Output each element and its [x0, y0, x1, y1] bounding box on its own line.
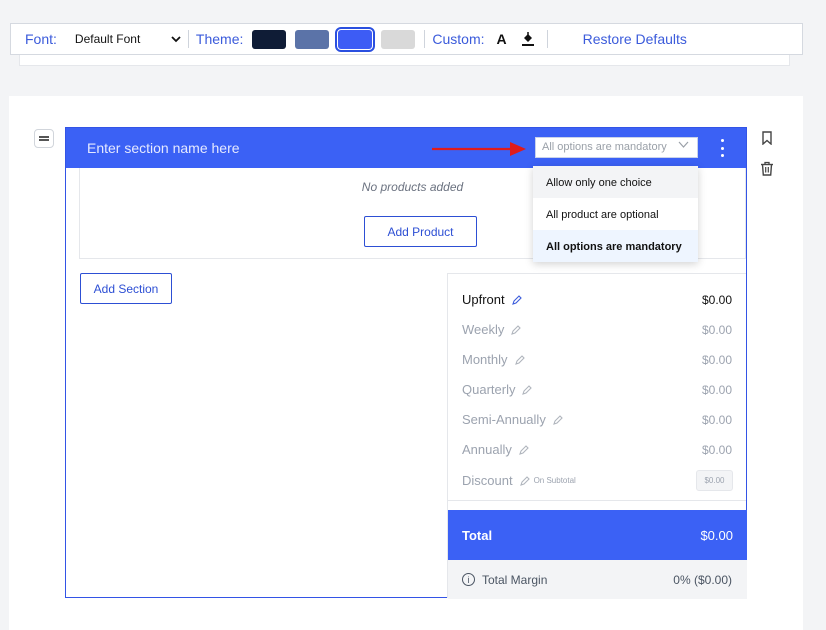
summary-row-quarterly: Quarterly $0.00	[462, 382, 732, 397]
discount-note: On Subtotal	[533, 476, 576, 485]
fill-color-icon[interactable]	[521, 31, 535, 47]
summary-row-value: $0.00	[701, 322, 732, 337]
total-margin-row: i Total Margin 0% ($0.00)	[448, 560, 747, 599]
pencil-icon[interactable]	[514, 354, 525, 365]
summary-row-value: $0.00	[701, 382, 732, 397]
summary-row-upfront: Upfront $0.00	[462, 292, 732, 307]
toolbar-divider	[546, 30, 548, 48]
pencil-icon[interactable]	[519, 475, 530, 486]
section-name-input[interactable]: Enter section name here	[87, 140, 240, 156]
pencil-icon[interactable]	[522, 384, 533, 395]
theme-swatch-blue-selected[interactable]	[335, 26, 376, 52]
summary-row-semi-annually: Semi-Annually $0.00	[462, 412, 732, 427]
pencil-icon[interactable]	[519, 444, 529, 455]
toolbar-divider	[187, 30, 189, 48]
restore-defaults-button[interactable]: Restore Defaults	[583, 31, 687, 47]
toolbar-divider	[424, 30, 426, 48]
discount-input[interactable]: $0.00	[696, 470, 733, 491]
summary-row-label: Weekly	[462, 322, 505, 337]
more-options-icon[interactable]	[718, 139, 726, 157]
pencil-icon[interactable]	[552, 414, 563, 425]
pencil-icon[interactable]	[511, 324, 522, 335]
add-section-button[interactable]: Add Section	[80, 273, 172, 304]
red-arrow-annotation	[432, 142, 526, 156]
theme-swatch-gray[interactable]	[381, 29, 416, 49]
summary-row-weekly: Weekly $0.00	[462, 322, 732, 337]
summary-divider	[448, 500, 746, 501]
total-bar: Total $0.00	[448, 510, 747, 560]
pencil-icon[interactable]	[511, 294, 522, 305]
theme-swatch-slate[interactable]	[295, 29, 330, 49]
summary-row-label: Annually	[462, 442, 512, 457]
text-color-icon[interactable]: A	[497, 31, 507, 47]
section-header: Enter section name here All options are …	[66, 128, 746, 168]
total-value: $0.00	[700, 527, 733, 543]
summary-row-value: $0.00	[701, 412, 732, 427]
margin-value: 0% ($0.00)	[673, 572, 732, 587]
chevron-down-icon	[678, 140, 689, 152]
pricing-summary: Upfront $0.00 Weekly $0.00 Monthly $0.00…	[447, 273, 747, 599]
summary-row-label: Upfront	[462, 292, 505, 307]
font-select[interactable]: Default Font	[75, 32, 181, 46]
summary-row-value: $0.00	[701, 442, 732, 457]
options-select-value: All options are mandatory	[542, 141, 667, 153]
theme-label: Theme:	[195, 31, 244, 47]
summary-row-discount: Discount On Subtotal $0.00	[462, 470, 733, 491]
font-select-value: Default Font	[74, 32, 141, 46]
summary-row-monthly: Monthly $0.00	[462, 352, 732, 367]
total-label: Total	[462, 527, 493, 543]
custom-label: Custom:	[432, 31, 485, 47]
info-icon: i	[462, 573, 475, 586]
summary-row-value: $0.00	[701, 352, 732, 367]
options-dropdown-menu: Allow only one choice All product are op…	[533, 166, 698, 262]
drag-handle-icon[interactable]	[34, 129, 54, 148]
summary-row-label: Quarterly	[462, 382, 516, 397]
trash-icon[interactable]	[758, 159, 776, 177]
chevron-down-icon	[171, 32, 181, 46]
dropdown-option-all-mandatory[interactable]: All options are mandatory	[533, 230, 698, 262]
dropdown-option-all-optional[interactable]: All product are optional	[533, 198, 698, 230]
discount-label: Discount	[462, 473, 513, 488]
bookmark-icon[interactable]	[758, 129, 776, 147]
add-product-button[interactable]: Add Product	[364, 216, 477, 247]
font-label: Font:	[25, 31, 57, 47]
options-requirement-select[interactable]: All options are mandatory	[535, 137, 698, 158]
summary-row-label: Semi-Annually	[462, 412, 546, 427]
theme-toolbar: Font: Default Font Theme: Custom: A Rest…	[10, 23, 803, 55]
summary-row-label: Monthly	[462, 352, 508, 367]
summary-row-value: $0.00	[701, 292, 732, 307]
dropdown-option-one-choice[interactable]: Allow only one choice	[533, 166, 698, 198]
summary-row-annually: Annually $0.00	[462, 442, 732, 457]
section-side-actions	[758, 129, 776, 189]
margin-label: Total Margin	[482, 572, 548, 587]
theme-swatch-navy[interactable]	[252, 29, 287, 49]
